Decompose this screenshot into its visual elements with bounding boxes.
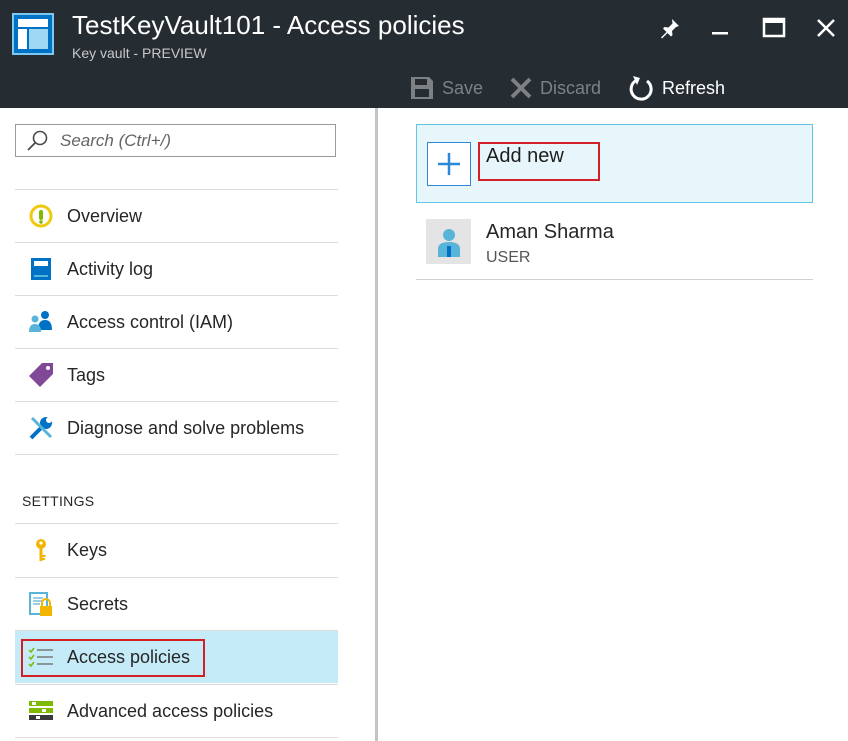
blade-header: TestKeyVault101 - Access policies Key va… [0, 0, 848, 108]
key-icon [28, 537, 54, 563]
sidebar-item-activity-log[interactable]: Activity log [15, 242, 338, 295]
blade-splitter[interactable] [375, 108, 378, 741]
sidebar-item-label: Secrets [67, 593, 129, 614]
minimize-icon [712, 32, 728, 35]
sidebar-item-advanced-access-policies[interactable]: Advanced access policies [15, 684, 338, 737]
sidebar-item-diagnose[interactable]: Diagnose and solve problems [15, 401, 338, 454]
sidebar-item-label: Activity log [67, 258, 154, 279]
sidebar-item-label: Advanced access policies [67, 700, 274, 721]
menu-divider [15, 737, 338, 738]
pin-button[interactable] [656, 14, 684, 42]
search-box[interactable] [15, 124, 336, 157]
sidebar-item-tags[interactable]: Tags [15, 348, 338, 401]
menu-divider [15, 454, 338, 455]
discard-icon [510, 77, 532, 99]
refresh-label: Refresh [662, 77, 726, 98]
sidebar-item-access-policies[interactable]: Access policies [15, 630, 338, 683]
refresh-icon [628, 75, 654, 101]
save-icon [410, 76, 434, 100]
access-policies-icon [28, 644, 54, 670]
sidebar-item-overview[interactable]: Overview [15, 189, 338, 242]
secret-icon [28, 591, 54, 617]
discard-button[interactable]: Discard [510, 74, 601, 102]
key-vault-logo-icon [12, 13, 54, 55]
sidebar-item-label: Keys [67, 539, 108, 560]
save-label: Save [442, 77, 484, 98]
sidebar-item-label: Overview [67, 205, 143, 226]
plus-icon [427, 142, 471, 186]
search-icon [27, 130, 48, 151]
user-avatar-icon [426, 219, 471, 264]
sidebar-item-label: Tags [67, 364, 106, 385]
add-new-label: Add new [486, 145, 564, 167]
discard-label: Discard [540, 77, 602, 98]
overview-icon [28, 203, 54, 229]
sidebar-item-label: Access policies [67, 646, 191, 667]
tag-icon [28, 362, 54, 388]
close-button[interactable] [812, 14, 840, 42]
search-input[interactable] [60, 130, 320, 151]
pin-icon [661, 19, 679, 39]
blade-subtitle: Key vault - PREVIEW [72, 45, 207, 61]
add-new-button[interactable]: Add new [416, 124, 813, 203]
maximize-button[interactable] [760, 14, 788, 42]
maximize-icon [762, 17, 786, 38]
sidebar-item-label: Access control (IAM) [67, 311, 234, 332]
settings-section-title: SETTINGS [22, 493, 95, 509]
save-button[interactable]: Save [410, 74, 483, 102]
user-name: Aman Sharma [486, 221, 614, 243]
close-icon [817, 19, 835, 37]
advanced-policies-icon [28, 698, 54, 724]
minimize-button[interactable] [706, 14, 734, 42]
resource-menu: Overview Activity log Access control (IA… [0, 108, 376, 739]
sidebar-item-secrets[interactable]: Secrets [15, 577, 338, 630]
sidebar-item-keys[interactable]: Keys [15, 523, 338, 576]
access-policy-row[interactable]: Aman Sharma USER [416, 212, 813, 280]
blade-title: TestKeyVault101 - Access policies [72, 10, 465, 40]
access-control-icon [28, 309, 54, 335]
sidebar-item-access-control[interactable]: Access control (IAM) [15, 295, 338, 348]
user-type: USER [486, 249, 531, 266]
wrench-icon [28, 415, 54, 441]
activity-log-icon [28, 256, 54, 282]
refresh-button[interactable]: Refresh [628, 74, 725, 102]
sidebar-item-label: Diagnose and solve problems [67, 417, 305, 438]
